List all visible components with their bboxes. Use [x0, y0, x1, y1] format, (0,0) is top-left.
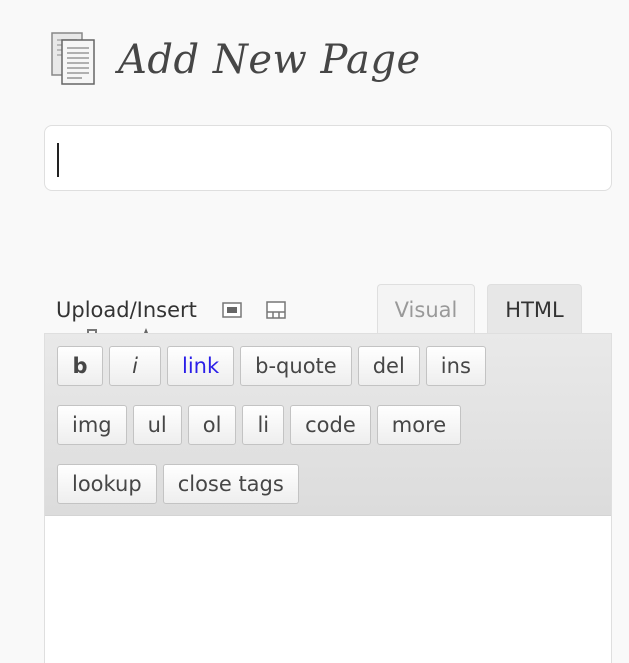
blockquote-button[interactable]: b-quote	[240, 346, 352, 386]
quicktags-row-1: b i link b-quote del ins	[57, 346, 492, 386]
media-buttons: Upload/Insert	[56, 292, 309, 328]
quicktags-row-3: lookup close tags	[57, 464, 305, 504]
upload-insert-label: Upload/Insert	[56, 298, 197, 322]
page-header: Add New Page	[48, 30, 421, 90]
code-button[interactable]: code	[290, 405, 371, 445]
ol-button[interactable]: ol	[187, 405, 237, 445]
quicktags-row-2: img ul ol li code more	[57, 405, 467, 445]
ins-button[interactable]: ins	[425, 346, 486, 386]
add-video-icon[interactable]	[265, 299, 287, 321]
quicktags-toolbar: b i link b-quote del ins img ul ol li co…	[45, 334, 611, 516]
img-button[interactable]: img	[57, 405, 127, 445]
link-button[interactable]: link	[167, 346, 235, 386]
ul-button[interactable]: ul	[132, 405, 182, 445]
page-title: Add New Page	[118, 37, 421, 83]
content-textarea[interactable]	[45, 516, 611, 663]
italic-button[interactable]: i	[109, 346, 161, 386]
li-button[interactable]: li	[242, 405, 285, 445]
lookup-button[interactable]: lookup	[57, 464, 157, 504]
add-image-icon[interactable]	[221, 299, 243, 321]
tab-html[interactable]: HTML	[487, 284, 582, 334]
more-button[interactable]: more	[376, 405, 462, 445]
bold-button[interactable]: b	[57, 346, 103, 386]
editor-container: b i link b-quote del ins img ul ol li co…	[44, 333, 612, 663]
text-cursor	[57, 143, 59, 177]
close-tags-button[interactable]: close tags	[162, 464, 299, 504]
tab-visual[interactable]: Visual	[377, 284, 475, 334]
pages-icon	[48, 30, 112, 90]
del-button[interactable]: del	[357, 346, 420, 386]
page-title-input[interactable]	[44, 125, 612, 191]
